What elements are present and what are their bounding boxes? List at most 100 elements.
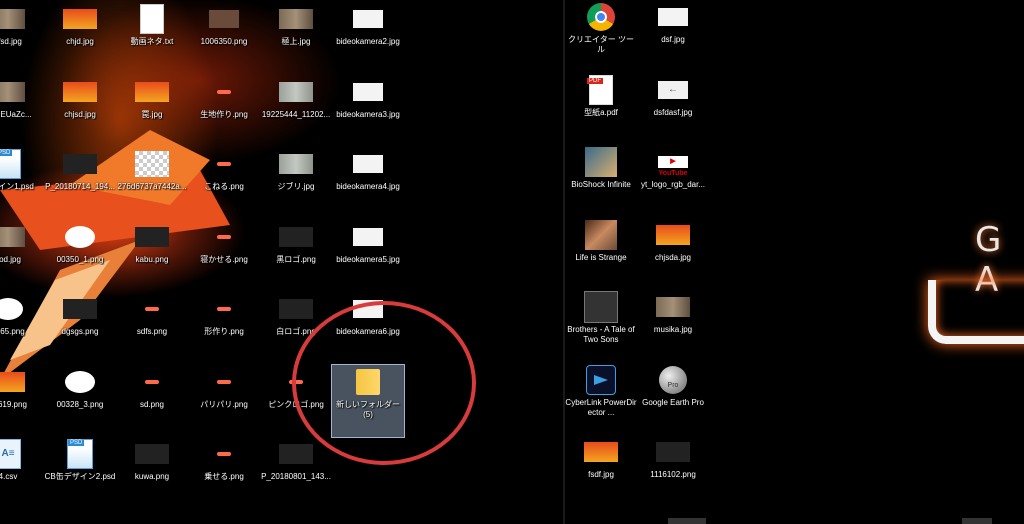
desktop-icon[interactable]: Life is Strange [565, 218, 637, 290]
desktop-icon[interactable]: クリエイター ツール [565, 0, 637, 72]
desktop-icon[interactable]: 形作り.png [188, 292, 260, 364]
file-thumbnail-icon [278, 439, 314, 469]
desktop-icon[interactable]: P_20180801_143... [260, 437, 332, 509]
desktop-icon-label: bideokamera4.jpg [336, 182, 400, 191]
file-thumbnail-icon [583, 74, 619, 105]
desktop-icon[interactable]: sfsd.jpg [0, 2, 44, 74]
file-thumbnail-icon [62, 367, 98, 397]
file-thumbnail-icon [206, 294, 242, 324]
desktop-icon[interactable]: 生地作り.png [188, 75, 260, 147]
desktop-icon[interactable]: kuwa.png [116, 437, 188, 509]
desktop-icon[interactable]: パリパリ.png [188, 365, 260, 437]
desktop-icon[interactable]: 81619.png [0, 365, 44, 437]
file-thumbnail-icon [278, 294, 314, 324]
desktop-icon[interactable]: デザイン1.psd [0, 147, 44, 219]
desktop-icon-label: chjsda.jpg [654, 252, 692, 262]
file-type-icon [279, 299, 313, 319]
desktop-left-monitor[interactable]: sfsd.jpg chjd.jpg 動画ネタ.txt 1006350.png 極上.jp… [0, 0, 563, 524]
desktop-icon[interactable]: 新しいフォルダー (5) [331, 363, 405, 438]
file-thumbnail-icon [655, 292, 691, 322]
desktop-icon[interactable]: dgsgs.png [44, 292, 116, 364]
desktop-icon[interactable]: 白ロゴ.png [260, 292, 332, 364]
file-type-icon [65, 225, 95, 248]
desktop-icon-label: -WCEUaZc... [0, 109, 32, 119]
desktop-icon[interactable]: bideokamera3.jpg [332, 75, 404, 147]
desktop-icon-label: 7565.png [0, 327, 25, 336]
desktop-icon[interactable]: Pro Google Earth Pro [637, 363, 709, 435]
desktop-icon[interactable]: 動画ネタ.txt [116, 2, 188, 74]
desktop-icon[interactable]: 乗せる.png [188, 437, 260, 509]
desktop-icon[interactable]: ジブリ.jpg [260, 147, 332, 219]
desktop-icon-label: 乗せる.png [204, 472, 244, 481]
desktop-icon-label: CB缶デザイン2.psd [44, 472, 116, 481]
file-thumbnail-icon [655, 2, 691, 32]
desktop-icon[interactable]: musika.jpg [637, 290, 709, 362]
desktop-icon[interactable]: chjsd.jpg [44, 75, 116, 147]
file-thumbnail-icon [62, 439, 98, 469]
file-type-icon [656, 442, 690, 462]
desktop-icon[interactable]: sdfs.png [116, 292, 188, 364]
desktop-right-monitor[interactable]: クリエイター ツール dsf.jpg 型紙a.pdf ← dsfdasf.jpg BioS… [565, 0, 1024, 524]
desktop-icon[interactable]: 00328_3.png [44, 365, 116, 437]
desktop-icon[interactable]: bideokamera5.jpg [332, 220, 404, 292]
desktop-icon-label: 81619.png [0, 399, 27, 409]
desktop-icon-label: 生地作り.png [200, 109, 248, 119]
file-thumbnail-icon [134, 149, 170, 179]
file-type-icon [353, 82, 383, 101]
desktop-icon[interactable]: 7565.png [0, 292, 44, 364]
desktop-icon[interactable]: bideokamera4.jpg [332, 147, 404, 219]
desktop-icon[interactable]: Brothers - A Tale of Two Sons [565, 290, 637, 362]
desktop-icon[interactable]: 276d6737a7442a... [116, 147, 188, 219]
desktop-icon[interactable]: 00350_1.png [44, 220, 116, 292]
file-thumbnail-icon [583, 147, 619, 177]
desktop-icon[interactable]: fsdf.jpg [565, 435, 637, 507]
desktop-icon[interactable]: A≡ 4.csv [0, 437, 44, 509]
desktop-icon-label: 00328_3.png [56, 399, 104, 409]
file-thumbnail-icon [0, 4, 26, 34]
desktop-icon[interactable]: CyberLink PowerDirector ... [565, 363, 637, 435]
desktop-icon[interactable]: dsf.jpg [637, 0, 709, 72]
file-type-icon [279, 81, 313, 102]
desktop-icon[interactable]: ← dsfdasf.jpg [637, 73, 709, 145]
desktop-icon[interactable]: 罠.jpg [116, 75, 188, 147]
desktop-icon-label: sdfs.png [136, 327, 168, 336]
desktop-icon[interactable]: 極上.jpg [260, 2, 332, 74]
desktop-icon[interactable]: bideokamera6.jpg [332, 292, 404, 364]
desktop-icon[interactable]: 1116102.png [637, 435, 709, 507]
file-thumbnail-icon [62, 294, 98, 324]
desktop-icon-label: BioShock Infinite [571, 180, 631, 189]
desktop-icon[interactable]: 1006350.png [188, 2, 260, 74]
desktop-icon[interactable]: 寝かせる.png [188, 220, 260, 292]
file-thumbnail-icon [0, 222, 26, 252]
file-thumbnail-icon [278, 4, 314, 34]
desktop-icon[interactable]: sd.png [116, 365, 188, 437]
desktop-icon-label: kabu.png [135, 254, 169, 264]
file-thumbnail-icon [206, 367, 242, 397]
file-type-icon [217, 379, 231, 384]
desktop-icon[interactable]: ピンクロゴ.png [260, 365, 332, 437]
desktop-icon-label: 寝かせる.png [200, 254, 248, 264]
desktop-icon[interactable]: 19225444_11202... [260, 75, 332, 147]
file-type-icon [585, 219, 617, 250]
file-thumbnail-icon [134, 77, 170, 107]
desktop-icon[interactable]: chjsda.jpg [637, 218, 709, 290]
desktop-icon[interactable]: -WCEUaZc... [0, 75, 44, 147]
desktop-icon-label: 形作り.png [204, 327, 244, 336]
taskbar-fragment [668, 518, 706, 524]
desktop-icon[interactable]: chjd.jpg [44, 2, 116, 74]
desktop-icon[interactable]: kabu.png [116, 220, 188, 292]
desktop-icon[interactable]: BioShock Infinite [565, 145, 637, 217]
file-thumbnail-icon [583, 291, 619, 323]
desktop-icon[interactable]: P_20180714_194... [44, 147, 116, 219]
file-thumbnail-icon: Pro [655, 365, 691, 395]
desktop-icon[interactable]: ▶ YouTube yt_logo_rgb_dar... [637, 145, 709, 217]
desktop-icon[interactable]: CB缶デザイン2.psd [44, 437, 116, 509]
desktop-icon[interactable]: 黒ロゴ.png [260, 220, 332, 292]
desktop-icon[interactable]: こねる.png [188, 147, 260, 219]
desktop-icon[interactable]: 型紙a.pdf [565, 73, 637, 145]
file-type-icon [135, 151, 169, 177]
file-type-icon [289, 379, 303, 384]
desktop-icon[interactable]: bideokamera2.jpg [332, 2, 404, 74]
desktop-icon[interactable]: sod.jpg [0, 220, 44, 292]
desktop-icon-label: 極上.jpg [281, 37, 311, 46]
